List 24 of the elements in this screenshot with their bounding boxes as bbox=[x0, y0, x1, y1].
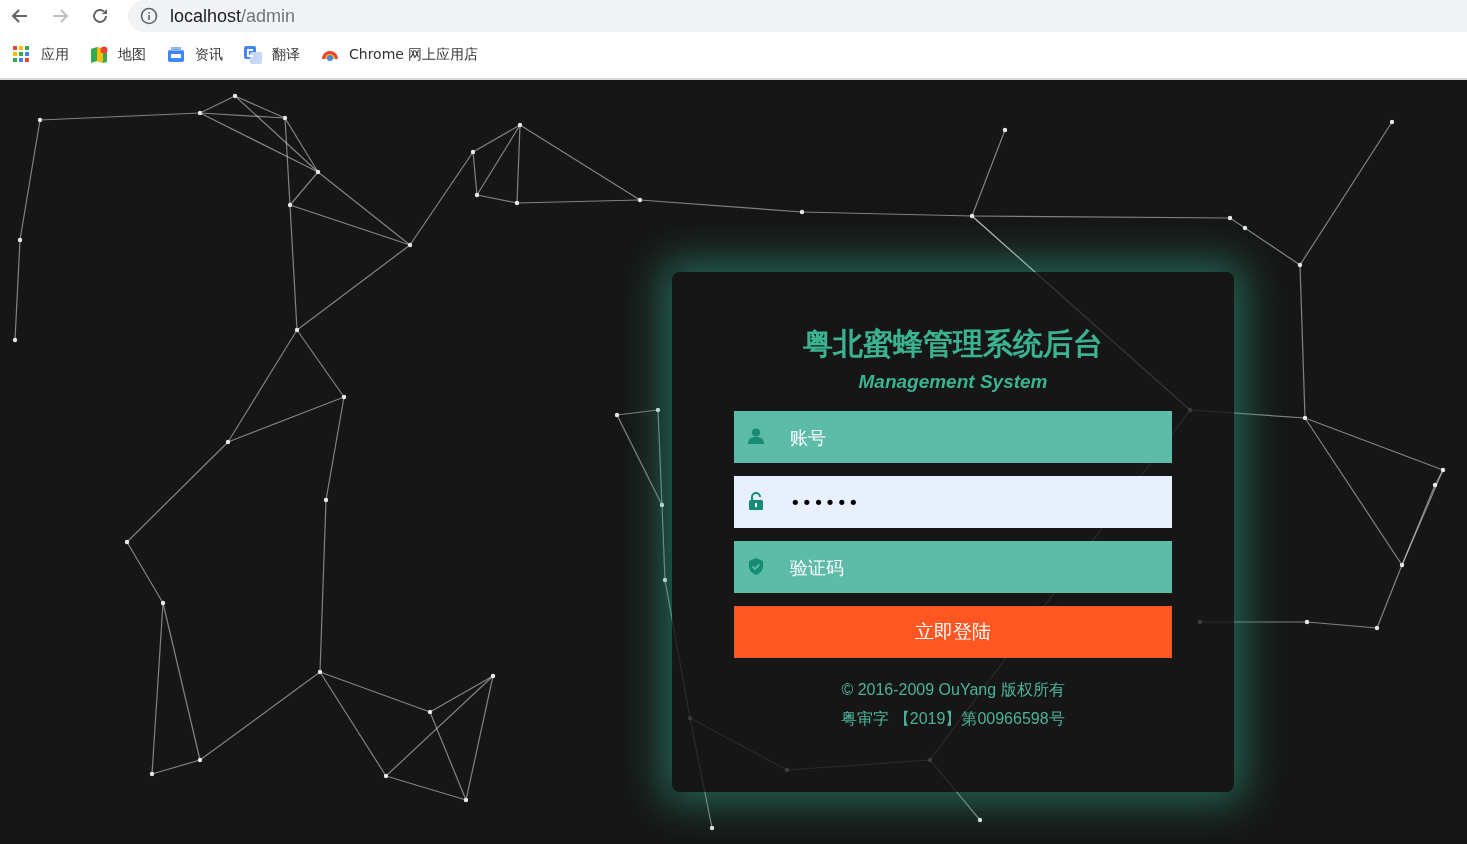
shield-check-icon bbox=[747, 557, 765, 576]
padlock-icon bbox=[747, 492, 765, 511]
reload-icon[interactable] bbox=[90, 6, 110, 26]
info-icon[interactable] bbox=[140, 7, 158, 25]
input-field[interactable]: •••••• bbox=[734, 476, 1172, 528]
login-subtitle: Management System bbox=[858, 371, 1048, 393]
footer-text: 粤审字 【2019】第00966598号 bbox=[841, 709, 1065, 729]
bookmark-link[interactable]: Chrome 网上应用店 bbox=[320, 46, 479, 64]
input-field[interactable]: 验证码 bbox=[734, 541, 1172, 593]
address-bar[interactable]: localhost/admin bbox=[128, 0, 1467, 32]
login-title: 粤北蜜蜂管理系统后台 bbox=[803, 325, 1103, 363]
translate-icon bbox=[243, 45, 263, 65]
bookmark-link[interactable]: 资讯 bbox=[166, 45, 223, 65]
bookmark-link[interactable]: 地图 bbox=[89, 45, 146, 65]
input-field[interactable]: 账号 bbox=[734, 411, 1172, 463]
newspaper-icon bbox=[166, 45, 186, 65]
rainbow-icon bbox=[320, 49, 340, 61]
apps-grid-icon bbox=[12, 45, 32, 65]
bookmark-link[interactable]: 应用 bbox=[12, 45, 69, 65]
footer-text: © 2016-2009 OuYang 版权所有 bbox=[841, 680, 1065, 700]
bookmark-link[interactable]: 翻译 bbox=[243, 45, 300, 65]
map-pin-icon bbox=[89, 45, 109, 65]
person-icon bbox=[747, 427, 765, 446]
url-text: localhost/admin bbox=[170, 5, 296, 27]
